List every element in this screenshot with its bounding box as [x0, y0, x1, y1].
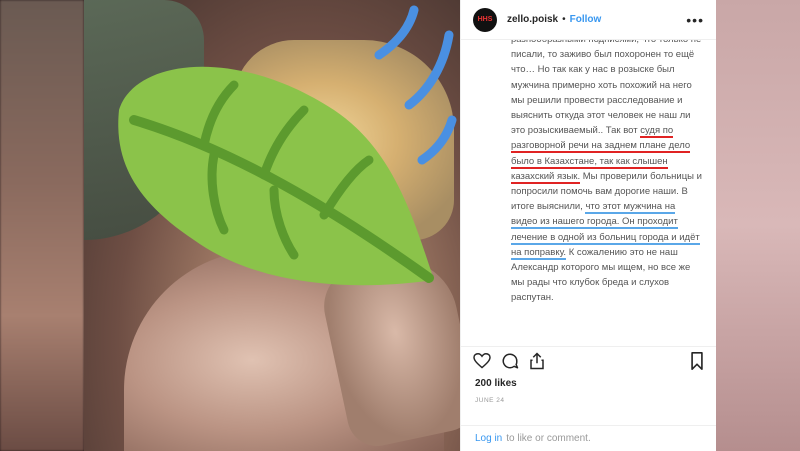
login-prompt: Log in to like or comment.	[461, 425, 716, 451]
login-link[interactable]: Log in	[475, 433, 502, 444]
post-header: HHS zello.poisk • Follow •••	[461, 0, 716, 40]
post-side-panel: HHS zello.poisk • Follow ••• разнообразн…	[460, 0, 716, 451]
post-photo	[84, 0, 460, 451]
username-link[interactable]: zello.poisk	[507, 14, 558, 25]
caption-text: разнообразными подписями, что только не …	[511, 40, 701, 137]
instagram-post: HHS zello.poisk • Follow ••• разнообразн…	[84, 0, 716, 451]
follow-button[interactable]: Follow	[570, 14, 602, 25]
login-prompt-text: to like or comment.	[506, 433, 591, 444]
action-bar	[461, 346, 716, 374]
share-icon[interactable]	[529, 351, 545, 370]
comment-icon[interactable]	[501, 352, 519, 370]
post-caption: разнообразными подписями, что только не …	[461, 40, 716, 343]
blurred-backdrop-left	[0, 0, 84, 451]
avatar[interactable]: HHS	[473, 7, 497, 32]
blurred-backdrop-right	[716, 0, 800, 451]
bookmark-icon[interactable]	[690, 351, 704, 370]
more-options-icon[interactable]: •••	[686, 12, 704, 28]
likes-count[interactable]: 200 likes	[461, 374, 716, 389]
sweat-lines-icon	[374, 5, 457, 165]
post-date: JUNE 24	[475, 397, 505, 404]
heart-icon[interactable]	[473, 352, 491, 369]
separator-dot: •	[562, 14, 566, 25]
